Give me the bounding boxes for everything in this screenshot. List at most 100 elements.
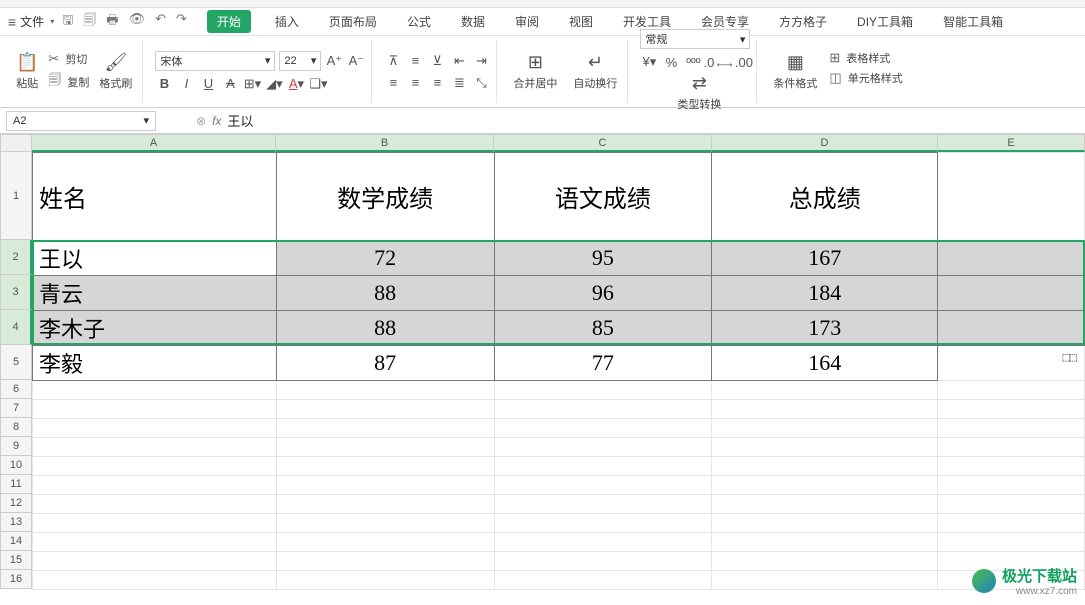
- cell-b13[interactable]: [276, 514, 494, 533]
- merge-center-button[interactable]: ⊞合并居中: [509, 50, 561, 93]
- cell-d9[interactable]: [712, 438, 938, 457]
- print-icon[interactable]: 🖶: [106, 11, 118, 33]
- row-header-2[interactable]: 2: [0, 240, 32, 275]
- cell-c12[interactable]: [494, 495, 712, 514]
- col-header-e[interactable]: E: [938, 134, 1085, 152]
- increase-decimal-icon[interactable]: →.00: [728, 53, 746, 71]
- file-menu[interactable]: 文件: [20, 13, 44, 30]
- row-header-14[interactable]: 14: [0, 532, 32, 551]
- tab-review[interactable]: 审阅: [509, 9, 545, 34]
- formula-input[interactable]: 王以: [227, 111, 253, 130]
- cut-button[interactable]: ✂剪切: [48, 51, 89, 67]
- cell-e6[interactable]: [938, 381, 1085, 400]
- cell-d2[interactable]: 167: [712, 241, 938, 276]
- cell-a1[interactable]: 姓名: [33, 153, 277, 241]
- cell-e10[interactable]: [938, 457, 1085, 476]
- cell-c8[interactable]: [494, 419, 712, 438]
- cell-a2[interactable]: 王以: [33, 241, 277, 276]
- row-header-15[interactable]: 15: [0, 551, 32, 570]
- type-convert-button[interactable]: ⇄类型转换: [673, 71, 725, 114]
- tab-start[interactable]: 开始: [207, 10, 251, 33]
- cell-a16[interactable]: [33, 571, 277, 590]
- row-header-6[interactable]: 6: [0, 380, 32, 399]
- font-size-select[interactable]: 22▾: [279, 51, 321, 71]
- auto-wrap-button[interactable]: ↵自动换行: [569, 50, 621, 93]
- cell-a14[interactable]: [33, 533, 277, 552]
- cell-e4[interactable]: [938, 311, 1085, 346]
- col-header-a[interactable]: A: [32, 134, 276, 152]
- format-painter-button[interactable]: 🖌 格式刷: [95, 50, 136, 93]
- cell-b7[interactable]: [276, 400, 494, 419]
- tab-insert[interactable]: 插入: [269, 9, 305, 34]
- preview-icon[interactable]: 👁: [129, 11, 146, 33]
- increase-font-icon[interactable]: A⁺: [325, 52, 343, 70]
- cell-e11[interactable]: [938, 476, 1085, 495]
- percent-icon[interactable]: %: [662, 53, 680, 71]
- copy-button[interactable]: 🗐复制: [48, 71, 89, 93]
- cell-e12[interactable]: [938, 495, 1085, 514]
- row-header-7[interactable]: 7: [0, 399, 32, 418]
- comma-icon[interactable]: ººº: [684, 53, 702, 71]
- table-style-button[interactable]: ⊞表格样式: [829, 50, 902, 66]
- tab-page-layout[interactable]: 页面布局: [323, 9, 383, 34]
- cell-b8[interactable]: [276, 419, 494, 438]
- decrease-font-icon[interactable]: A⁻: [347, 52, 365, 70]
- cell-b15[interactable]: [276, 552, 494, 571]
- tab-data[interactable]: 数据: [455, 9, 491, 34]
- cell-b11[interactable]: [276, 476, 494, 495]
- row-header-8[interactable]: 8: [0, 418, 32, 437]
- cell-b16[interactable]: [276, 571, 494, 590]
- cell-c5[interactable]: 77: [494, 346, 712, 381]
- cell-a7[interactable]: [33, 400, 277, 419]
- paste-button[interactable]: 📋 粘贴: [12, 50, 42, 93]
- row-header-9[interactable]: 9: [0, 437, 32, 456]
- align-left-icon[interactable]: ≡: [384, 74, 402, 92]
- cell-grid[interactable]: 姓名 数学成绩 语文成绩 总成绩 王以 72 95 167 青云 88 96 1…: [32, 152, 1085, 590]
- undo-icon[interactable]: ↶: [155, 11, 166, 33]
- cell-a13[interactable]: [33, 514, 277, 533]
- cell-e13[interactable]: [938, 514, 1085, 533]
- row-header-1[interactable]: 1: [0, 152, 32, 240]
- tab-smart[interactable]: 智能工具箱: [937, 9, 1009, 34]
- cell-b1[interactable]: 数学成绩: [276, 153, 494, 241]
- highlight-icon[interactable]: ❏▾: [309, 75, 327, 93]
- font-name-select[interactable]: 宋体▾: [155, 51, 275, 71]
- align-right-icon[interactable]: ≡: [428, 74, 446, 92]
- bold-icon[interactable]: B: [155, 75, 173, 93]
- cell-e9[interactable]: [938, 438, 1085, 457]
- cancel-icon[interactable]: ⊗: [196, 114, 206, 128]
- cell-e7[interactable]: [938, 400, 1085, 419]
- cell-b10[interactable]: [276, 457, 494, 476]
- align-top-icon[interactable]: ⊼: [384, 52, 402, 70]
- cell-b2[interactable]: 72: [276, 241, 494, 276]
- row-header-3[interactable]: 3: [0, 275, 32, 310]
- cell-a15[interactable]: [33, 552, 277, 571]
- cell-b6[interactable]: [276, 381, 494, 400]
- cell-e1[interactable]: [938, 153, 1085, 241]
- cell-c6[interactable]: [494, 381, 712, 400]
- col-header-d[interactable]: D: [712, 134, 938, 152]
- indent-decrease-icon[interactable]: ⇤: [450, 52, 468, 70]
- cell-c3[interactable]: 96: [494, 276, 712, 311]
- fx-icon[interactable]: fx: [212, 114, 221, 128]
- cell-d6[interactable]: [712, 381, 938, 400]
- cell-a9[interactable]: [33, 438, 277, 457]
- cell-b9[interactable]: [276, 438, 494, 457]
- cell-c1[interactable]: 语文成绩: [494, 153, 712, 241]
- cell-c13[interactable]: [494, 514, 712, 533]
- save-as-icon[interactable]: 🗐: [83, 11, 96, 33]
- tab-ffgz[interactable]: 方方格子: [773, 9, 833, 34]
- name-box[interactable]: A2 ▾: [6, 111, 156, 131]
- col-header-b[interactable]: B: [276, 134, 494, 152]
- cell-e2[interactable]: [938, 241, 1085, 276]
- row-header-10[interactable]: 10: [0, 456, 32, 475]
- fill-color-icon[interactable]: ◢▾: [265, 75, 283, 93]
- cell-c7[interactable]: [494, 400, 712, 419]
- hamburger-icon[interactable]: ≡: [8, 14, 16, 30]
- currency-icon[interactable]: ¥▾: [640, 53, 658, 71]
- cell-a3[interactable]: 青云: [33, 276, 277, 311]
- cell-e3[interactable]: [938, 276, 1085, 311]
- align-bottom-icon[interactable]: ⊻: [428, 52, 446, 70]
- underline-icon[interactable]: U: [199, 75, 217, 93]
- cell-b14[interactable]: [276, 533, 494, 552]
